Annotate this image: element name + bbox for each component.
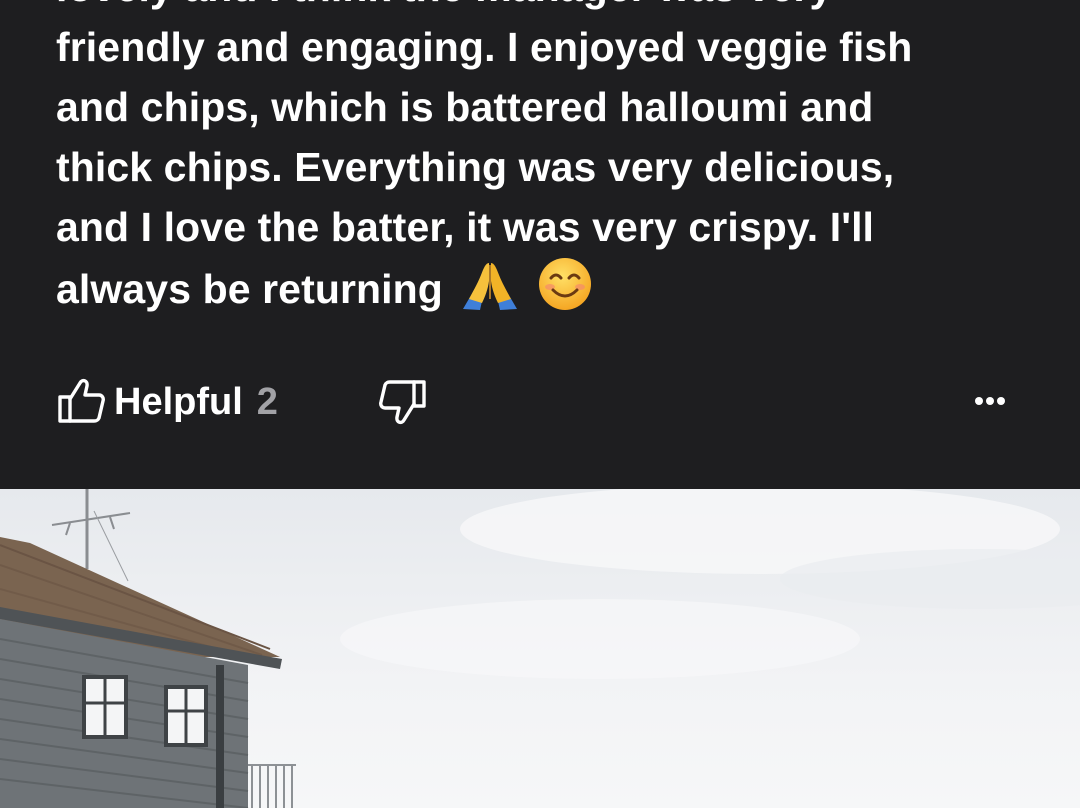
review-line: lovely and I think the manager was very — [56, 0, 1016, 17]
review-card: lovely and I think the manager was very … — [0, 0, 1080, 489]
review-actions: Helpful 2 — [56, 372, 1024, 432]
review-line: and chips, which is battered halloumi an… — [56, 84, 874, 130]
photo-image — [0, 489, 1080, 808]
helpful-button[interactable]: Helpful 2 — [56, 372, 278, 432]
review-photo[interactable] — [0, 489, 1080, 808]
thumbs-down-icon — [378, 380, 428, 432]
not-helpful-button[interactable] — [378, 376, 428, 433]
thumbs-up-icon — [56, 375, 106, 430]
more-options-icon — [972, 397, 1012, 420]
review-line-last: always be returning — [56, 257, 1016, 327]
review-line: and I love the batter, it was very crisp… — [56, 204, 875, 250]
helpful-label: Helpful — [114, 380, 243, 423]
more-options-button[interactable] — [972, 386, 1012, 416]
folded-hands-emoji — [460, 259, 520, 327]
smiling-face-emoji — [538, 257, 592, 327]
review-line: friendly and engaging. I enjoyed veggie … — [56, 24, 913, 70]
review-line-text: always be returning — [56, 266, 443, 312]
review-line: thick chips. Everything was very delicio… — [56, 144, 895, 190]
helpful-count: 2 — [256, 380, 278, 423]
review-body: lovely and I think the manager was very … — [56, 0, 1016, 327]
